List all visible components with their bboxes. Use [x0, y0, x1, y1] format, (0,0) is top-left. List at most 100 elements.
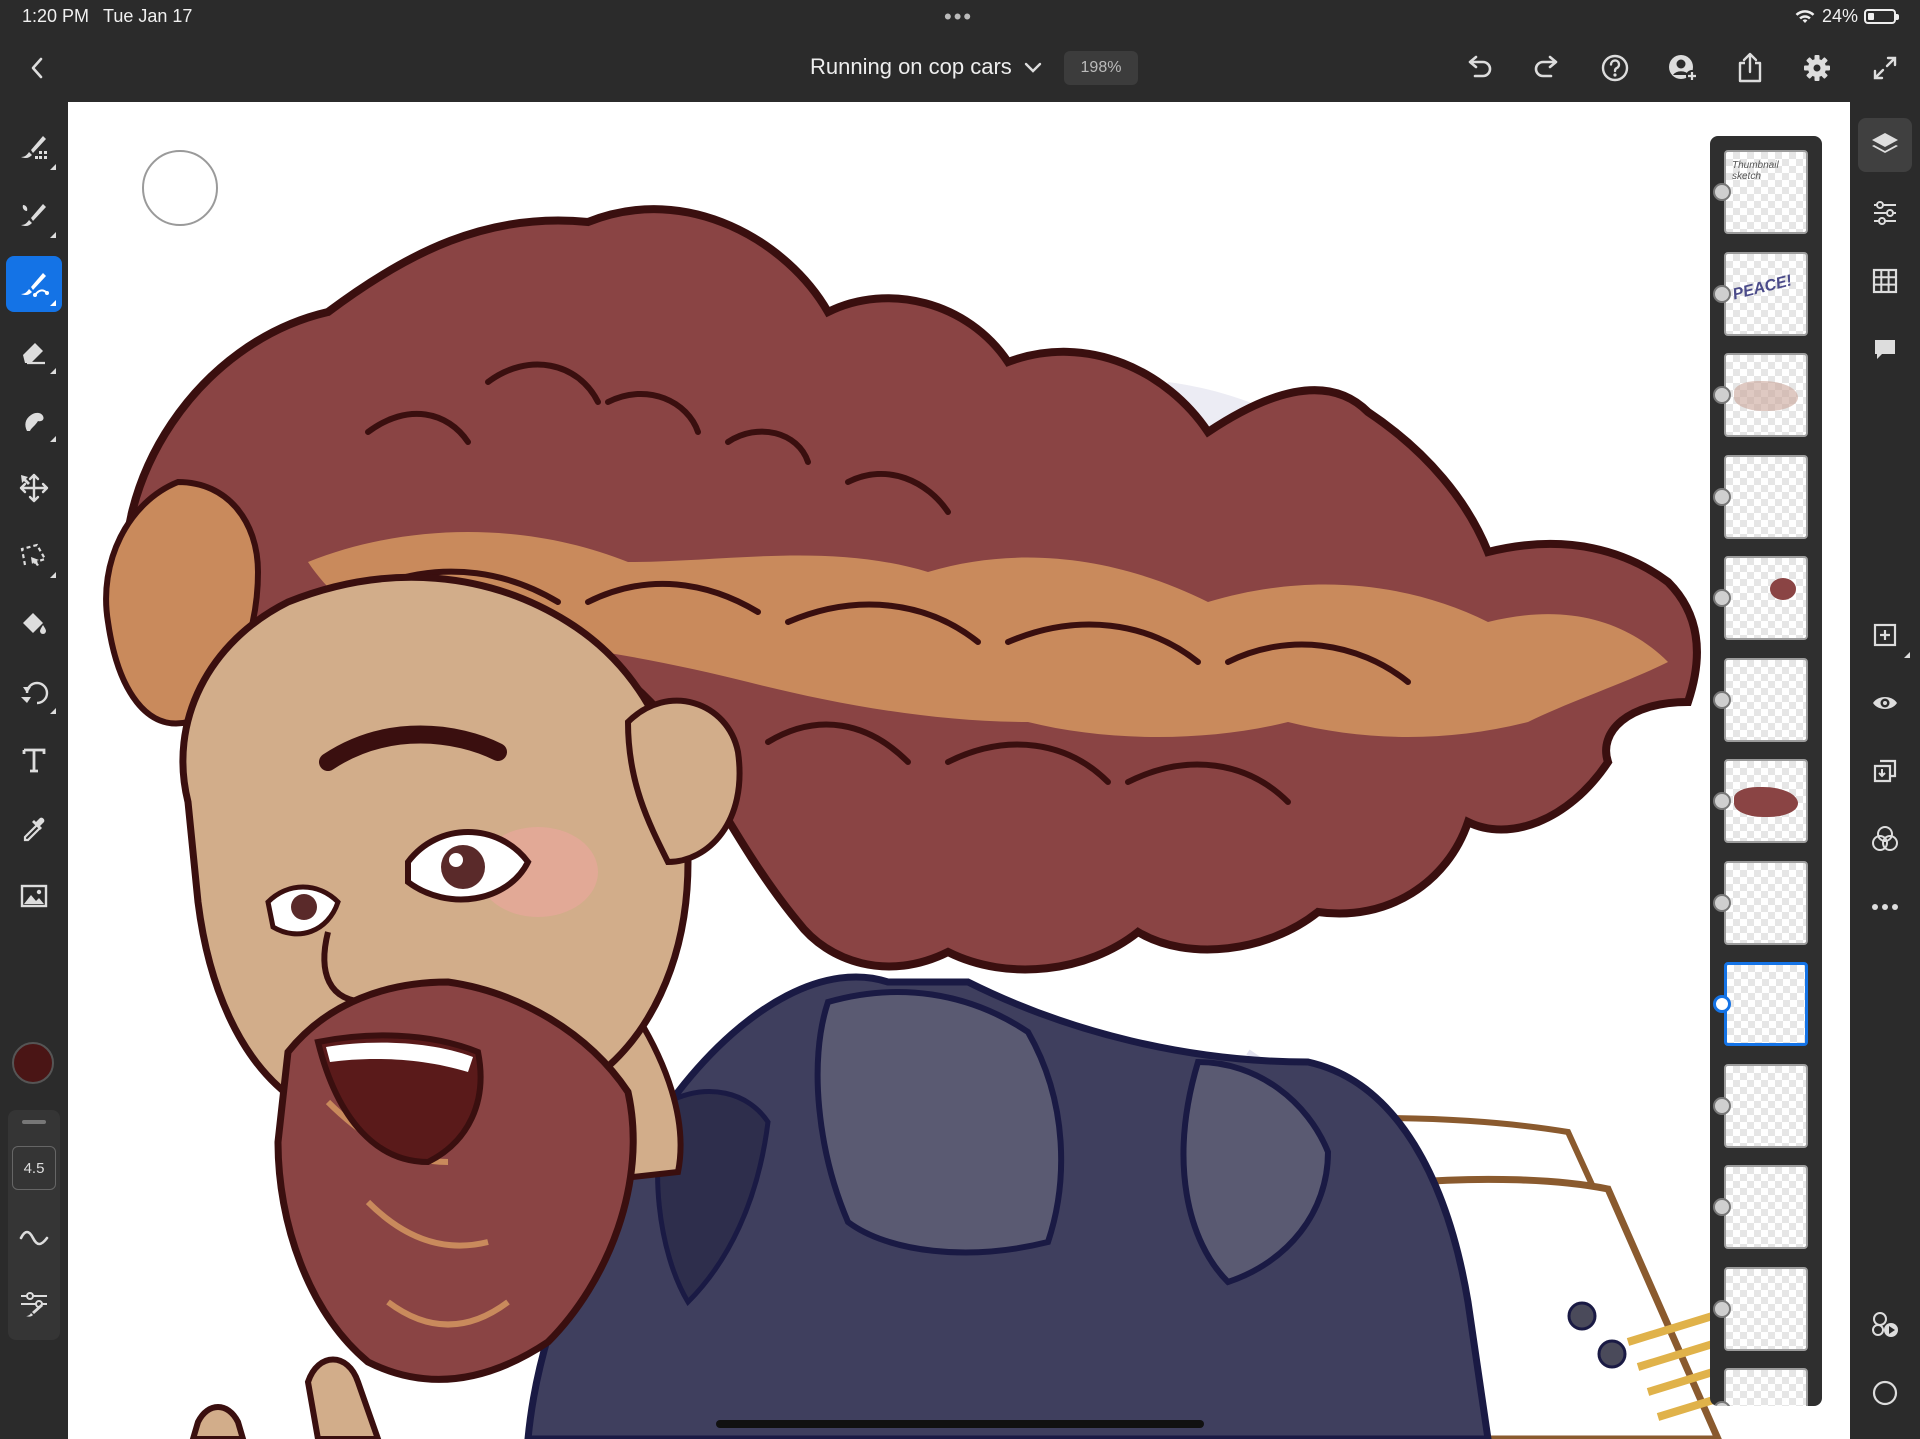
layer-select-dot[interactable] — [1713, 1198, 1731, 1216]
document-title[interactable]: Running on cop cars — [810, 54, 1012, 80]
eyedropper-icon — [23, 817, 45, 842]
layer-thumbnail[interactable] — [1724, 556, 1808, 640]
visibility-button[interactable] — [1858, 676, 1912, 730]
brush-smoothing-button[interactable] — [12, 1214, 56, 1258]
eyedropper-tool[interactable] — [6, 800, 62, 856]
transform-tool[interactable] — [6, 460, 62, 516]
mask-button[interactable] — [1858, 1366, 1912, 1420]
layer-thumbnail[interactable] — [1724, 454, 1808, 539]
layer-select-dot[interactable] — [1713, 386, 1731, 404]
layer-thumb-content — [1770, 578, 1796, 600]
layer-thumbnail[interactable]: PEACE! — [1724, 251, 1808, 336]
layer-select-dot[interactable] — [1713, 893, 1731, 912]
drawing-canvas[interactable] — [68, 102, 1850, 1439]
tool-options-indicator — [50, 300, 56, 306]
options-indicator — [1904, 652, 1910, 658]
live-brush-icon — [21, 204, 46, 227]
layer-select-dot[interactable] — [1713, 284, 1731, 303]
invite-button[interactable] — [1666, 51, 1700, 85]
fill-tool[interactable] — [6, 596, 62, 652]
battery-percent: 24% — [1821, 6, 1858, 26]
ellipsis-icon[interactable]: ••• — [944, 4, 973, 30]
share-button[interactable] — [1733, 51, 1767, 85]
layers-button[interactable] — [1858, 118, 1912, 172]
text-tool[interactable] — [6, 732, 62, 788]
panel-handle[interactable] — [22, 1120, 46, 1124]
redo-icon — [1534, 55, 1558, 78]
more-button[interactable] — [1858, 880, 1912, 934]
transform-icon — [19, 473, 49, 503]
layer-thumbnail[interactable] — [1724, 1266, 1808, 1351]
current-color-swatch[interactable] — [12, 1042, 54, 1084]
vector-brush-tool[interactable] — [6, 256, 62, 312]
tool-options-indicator — [50, 436, 56, 442]
layer-select-dot[interactable] — [1713, 589, 1731, 607]
settings-button[interactable] — [1800, 51, 1834, 85]
battery-fill — [1868, 13, 1874, 20]
layer-thumb-content — [1734, 381, 1798, 411]
eraser-icon — [23, 343, 45, 365]
layer-thumbnail[interactable] — [1724, 759, 1808, 843]
chevron-left-icon — [31, 57, 43, 79]
back-button[interactable] — [22, 52, 52, 84]
undo-button[interactable] — [1462, 51, 1496, 85]
brush-settings-button[interactable] — [12, 1282, 56, 1326]
grid-button[interactable] — [1858, 254, 1912, 308]
layer-thumb-content — [1734, 787, 1798, 817]
paint-bucket-icon — [23, 613, 46, 634]
redo-button[interactable] — [1530, 51, 1564, 85]
layer-thumbnail[interactable] — [1724, 860, 1808, 945]
zoom-level[interactable]: 198% — [1064, 51, 1138, 85]
smudge-tool[interactable] — [6, 392, 62, 448]
help-button[interactable] — [1598, 51, 1632, 85]
wave-icon — [19, 1230, 49, 1246]
layer-thumbnail[interactable] — [1724, 962, 1808, 1046]
layer-select-dot[interactable] — [1713, 183, 1731, 201]
layer-select-dot[interactable] — [1713, 995, 1731, 1013]
blend-mode-button[interactable] — [1858, 812, 1912, 866]
layer-thumb-text: Thumbnail sketch — [1732, 160, 1779, 182]
pixel-brush-tool[interactable] — [6, 120, 62, 176]
left-toolbar: 4.5 — [0, 102, 68, 1439]
comments-button[interactable] — [1858, 322, 1912, 376]
live-brush-tool[interactable] — [6, 188, 62, 244]
layer-thumbnail[interactable] — [1724, 1063, 1808, 1148]
add-layer-button[interactable] — [1858, 608, 1912, 662]
undo-icon — [1468, 55, 1492, 78]
tool-options-indicator — [50, 708, 56, 714]
layer-select-dot[interactable] — [1713, 487, 1731, 506]
layer-thumbnail[interactable]: Thumbnail sketch — [1724, 150, 1808, 234]
brush-settings-panel: 4.5 — [8, 1110, 60, 1340]
layer-thumbnail[interactable] — [1724, 1165, 1808, 1249]
selection-tool[interactable] — [6, 528, 62, 584]
layer-select-dot[interactable] — [1713, 792, 1731, 810]
merge-button[interactable] — [1858, 744, 1912, 798]
tool-options-indicator — [50, 164, 56, 170]
battery-icon — [1864, 9, 1899, 24]
home-indicator[interactable] — [716, 1420, 1204, 1428]
status-time: 1:20 PM — [22, 6, 90, 26]
brush-cursor — [142, 150, 218, 226]
chevron-down-icon[interactable] — [1022, 56, 1044, 78]
layer-select-dot[interactable] — [1713, 1299, 1731, 1318]
status-right: 24% — [1794, 6, 1899, 27]
text-icon — [22, 748, 46, 773]
brush-settings-icon — [21, 1292, 47, 1317]
right-rail — [1850, 102, 1920, 1439]
app-bar: Running on cop cars 198% — [0, 34, 1920, 102]
artwork — [103, 205, 1790, 1439]
brush-size-value[interactable]: 4.5 — [12, 1146, 56, 1190]
layer-select-dot[interactable] — [1713, 1096, 1731, 1115]
fullscreen-button[interactable] — [1868, 51, 1902, 85]
layer-select-dot[interactable] — [1713, 690, 1731, 709]
layer-thumbnail[interactable] — [1724, 1368, 1808, 1406]
lasso-icon — [20, 543, 47, 566]
layer-thumbnail[interactable] — [1724, 353, 1808, 437]
place-image-tool[interactable] — [6, 868, 62, 924]
layer-thumbnail[interactable] — [1724, 657, 1808, 742]
liquify-tool[interactable] — [6, 664, 62, 720]
timelapse-button[interactable] — [1858, 1298, 1912, 1352]
layer-properties-button[interactable] — [1858, 186, 1912, 240]
eraser-tool[interactable] — [6, 324, 62, 380]
comments-icon — [1875, 340, 1895, 359]
